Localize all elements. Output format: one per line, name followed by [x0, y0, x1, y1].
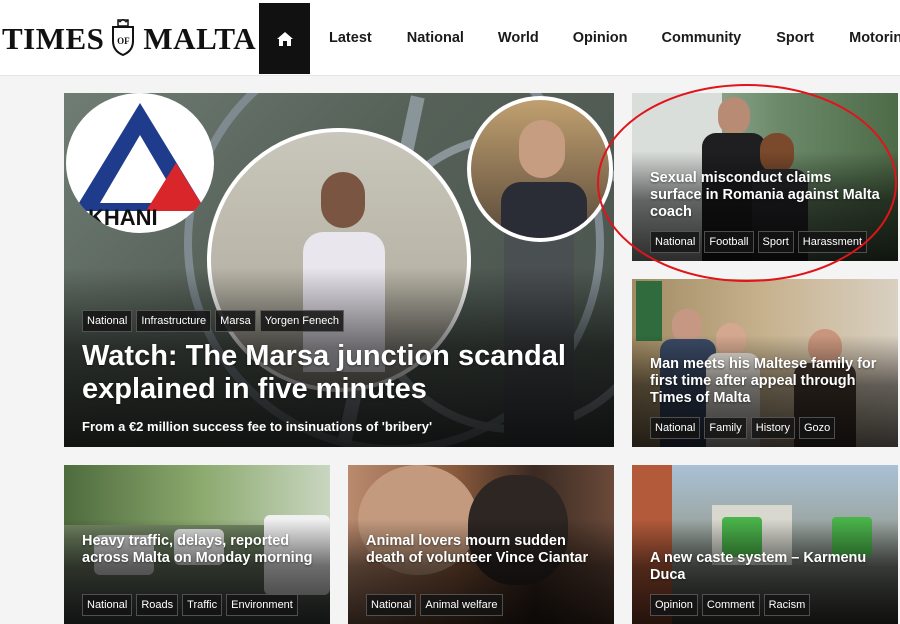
- site-header: TIMES OF MALTA Latest National World Opi…: [0, 0, 900, 76]
- featured-tags: National Infrastructure Marsa Yorgen Fen…: [82, 310, 344, 332]
- nav-world[interactable]: World: [498, 30, 539, 46]
- logo-word-times: TIMES: [2, 20, 105, 56]
- article-tags: Opinion Comment Racism: [650, 594, 811, 616]
- home-icon: [276, 31, 293, 46]
- article-tags: National Animal welfare: [366, 594, 503, 616]
- tag[interactable]: National: [650, 231, 701, 253]
- tag[interactable]: National: [82, 594, 133, 616]
- featured-article-card[interactable]: KHANI National Infrastructure Marsa Yorg…: [64, 93, 614, 447]
- article-card-animal-lovers[interactable]: Animal lovers mourn sudden death of volu…: [348, 465, 614, 624]
- article-card-family[interactable]: Man meets his Maltese family for first t…: [632, 279, 898, 447]
- tag[interactable]: Environment: [226, 594, 298, 616]
- tag[interactable]: National: [366, 594, 417, 616]
- tag[interactable]: Racism: [763, 594, 811, 616]
- home-button[interactable]: [259, 3, 310, 74]
- tag[interactable]: National: [82, 310, 133, 332]
- khani-logo-text: KHANI: [88, 205, 158, 230]
- tag[interactable]: Animal welfare: [420, 594, 503, 616]
- featured-subtitle: From a €2 million success fee to insinua…: [82, 419, 433, 434]
- crest-icon: OF: [109, 19, 137, 57]
- tag[interactable]: Infrastructure: [136, 310, 212, 332]
- logo-word-malta: MALTA: [143, 20, 257, 56]
- tag[interactable]: Harassment: [797, 231, 868, 253]
- featured-title[interactable]: Watch: The Marsa junction scandal explai…: [82, 340, 592, 406]
- tag[interactable]: Traffic: [182, 594, 223, 616]
- article-title[interactable]: Heavy traffic, delays, reported across M…: [82, 533, 317, 567]
- portrait-photo: [467, 96, 613, 242]
- article-card-romania[interactable]: Sexual misconduct claims surface in Roma…: [632, 93, 898, 261]
- nav-motoring[interactable]: Motoring: [849, 30, 900, 46]
- main-nav: Latest National World Opinion Community …: [310, 0, 900, 76]
- tag[interactable]: National: [650, 417, 701, 439]
- site-logo[interactable]: TIMES OF MALTA: [2, 16, 256, 60]
- tag[interactable]: Opinion: [650, 594, 698, 616]
- khani-logo-image: KHANI: [66, 93, 214, 233]
- article-title[interactable]: Sexual misconduct claims surface in Roma…: [650, 170, 885, 221]
- tag[interactable]: Yorgen Fenech: [259, 310, 344, 332]
- article-title[interactable]: A new caste system – Karmenu Duca: [650, 550, 890, 584]
- tag[interactable]: Sport: [757, 231, 794, 253]
- logo-crest-text: OF: [117, 36, 130, 46]
- nav-national[interactable]: National: [407, 30, 464, 46]
- tag[interactable]: History: [750, 417, 795, 439]
- tag[interactable]: Family: [704, 417, 747, 439]
- nav-community[interactable]: Community: [662, 30, 742, 46]
- article-title[interactable]: Animal lovers mourn sudden death of volu…: [366, 533, 601, 567]
- article-title[interactable]: Man meets his Maltese family for first t…: [650, 356, 890, 407]
- article-tags: National Family History Gozo: [650, 417, 836, 439]
- tag[interactable]: Gozo: [798, 417, 836, 439]
- tag[interactable]: Roads: [136, 594, 179, 616]
- nav-opinion[interactable]: Opinion: [573, 30, 628, 46]
- article-card-traffic[interactable]: Heavy traffic, delays, reported across M…: [64, 465, 330, 624]
- nav-latest[interactable]: Latest: [329, 30, 372, 46]
- tag[interactable]: Marsa: [215, 310, 256, 332]
- tag[interactable]: Comment: [701, 594, 760, 616]
- nav-sport[interactable]: Sport: [776, 30, 814, 46]
- article-tags: National Roads Traffic Environment: [82, 594, 298, 616]
- article-tags: National Football Sport Harassment: [650, 231, 868, 253]
- tag[interactable]: Football: [704, 231, 754, 253]
- article-card-caste-system[interactable]: A new caste system – Karmenu Duca Opinio…: [632, 465, 898, 624]
